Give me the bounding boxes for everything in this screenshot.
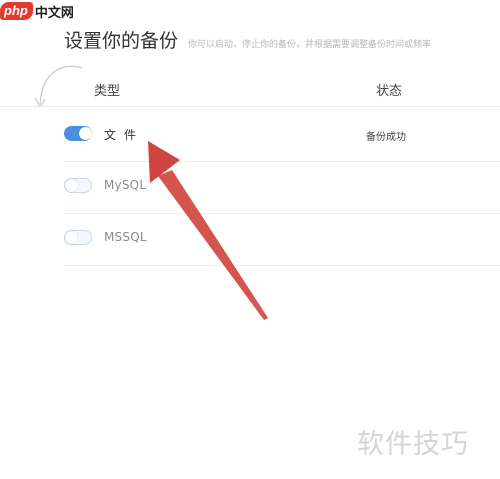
annotation-arrow-icon — [148, 141, 268, 320]
watermark: 软件技巧 — [357, 429, 469, 460]
